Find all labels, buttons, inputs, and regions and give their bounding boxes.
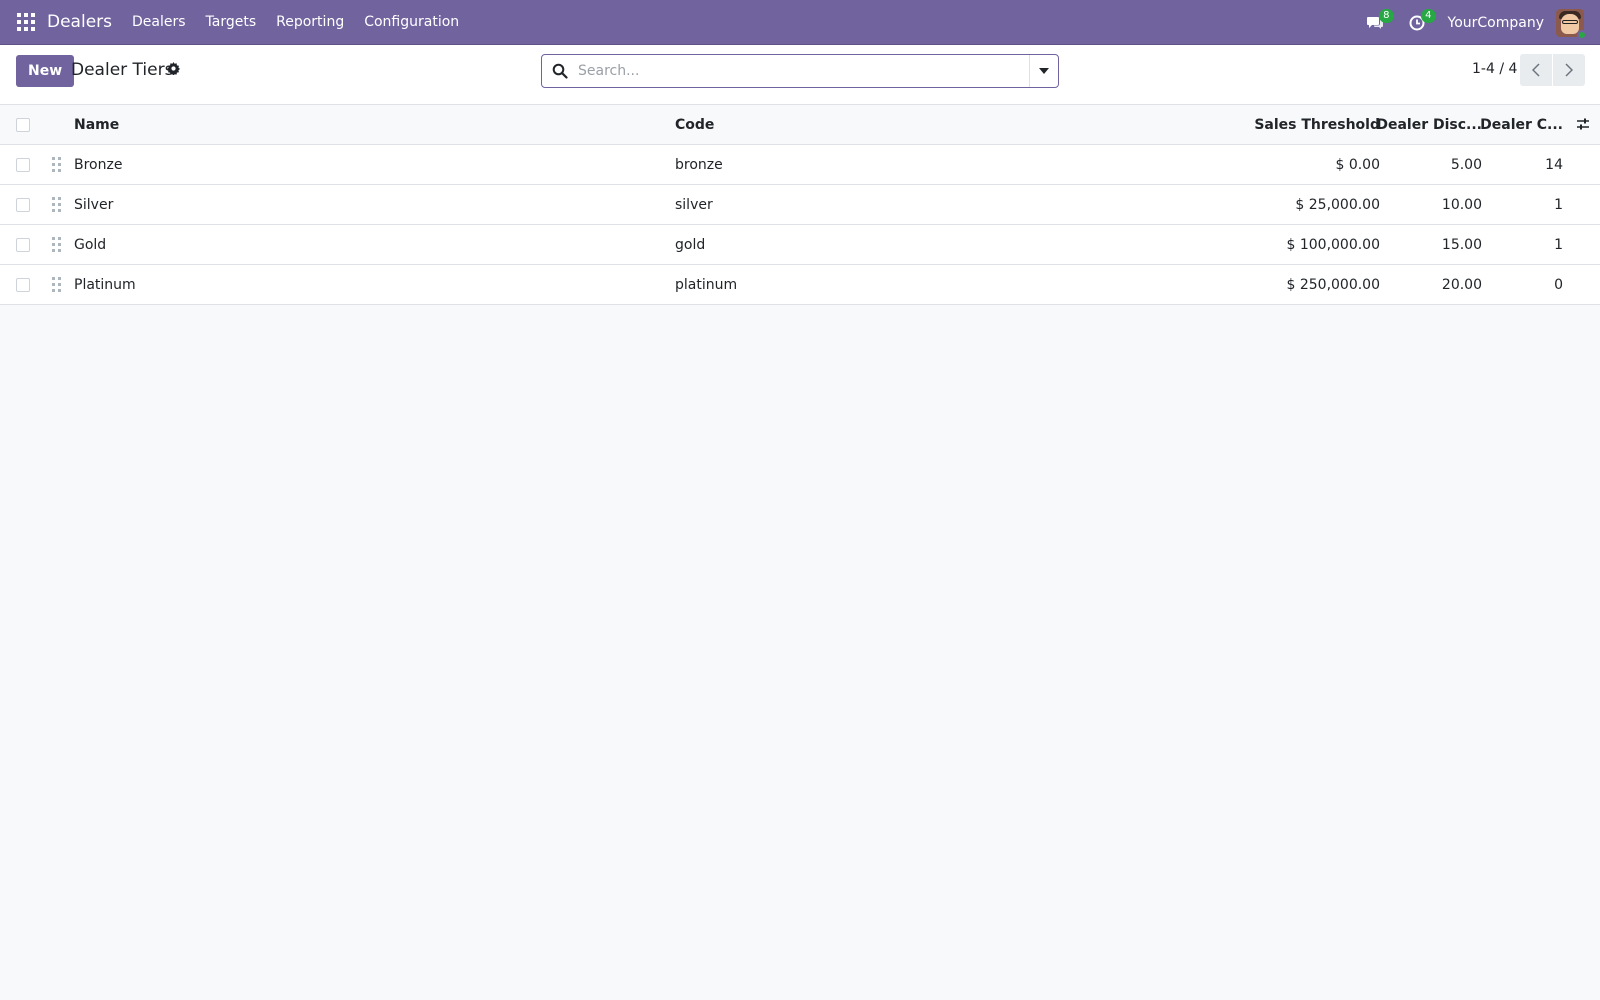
navbar-systray: 8 4 YourCompany [1362, 0, 1600, 45]
chevron-left-icon [1532, 63, 1540, 77]
main-menu: Dealers Targets Reporting Configuration [122, 0, 469, 45]
cell-sales-threshold[interactable]: $ 0.00 [1335, 145, 1380, 185]
cell-dealer-discount[interactable]: 15.00 [1442, 225, 1482, 265]
drag-handle-icon[interactable] [52, 237, 62, 252]
cell-sales-threshold[interactable]: $ 25,000.00 [1295, 185, 1380, 225]
table-header: Name Code Sales Threshold Dealer Disc...… [0, 105, 1600, 145]
activities-count-badge: 4 [1421, 8, 1436, 23]
user-avatar[interactable] [1556, 8, 1587, 40]
menu-item-configuration[interactable]: Configuration [354, 0, 469, 45]
column-options-icon[interactable] [1576, 117, 1590, 131]
cell-dealer-discount[interactable]: 10.00 [1442, 185, 1482, 225]
app-menu-icon[interactable] [17, 13, 35, 31]
select-all-checkbox[interactable] [16, 118, 30, 132]
column-header-dealer-discount[interactable]: Dealer Disc... [1376, 105, 1482, 145]
new-button[interactable]: New [16, 55, 75, 87]
drag-handle-icon[interactable] [52, 157, 62, 172]
cell-name[interactable]: Platinum [74, 265, 136, 305]
cell-dealer-count[interactable]: 0 [1554, 265, 1563, 305]
cell-sales-threshold[interactable]: $ 100,000.00 [1286, 225, 1380, 265]
column-header-dealer-count[interactable]: Dealer C... [1480, 105, 1563, 145]
messages-button[interactable]: 8 [1362, 8, 1394, 36]
chevron-right-icon [1565, 63, 1573, 77]
cell-name[interactable]: Silver [74, 185, 113, 225]
cell-code[interactable]: platinum [675, 265, 737, 305]
company-switcher[interactable]: YourCompany [1448, 15, 1545, 31]
gear-icon[interactable] [167, 62, 180, 75]
table-row[interactable]: Silver silver $ 25,000.00 10.00 1 [0, 185, 1600, 225]
cell-code[interactable]: silver [675, 185, 713, 225]
online-status-indicator [1577, 29, 1587, 40]
menu-item-targets[interactable]: Targets [196, 0, 267, 45]
drag-handle-icon[interactable] [52, 277, 62, 292]
search-input[interactable] [578, 61, 1008, 81]
pager-next-button[interactable] [1553, 54, 1585, 86]
row-checkbox[interactable] [16, 198, 30, 212]
menu-item-dealers[interactable]: Dealers [122, 0, 196, 45]
dealer-tiers-table: Name Code Sales Threshold Dealer Disc...… [0, 105, 1600, 305]
column-header-name[interactable]: Name [74, 105, 119, 145]
cell-code[interactable]: bronze [675, 145, 723, 185]
drag-handle-icon[interactable] [52, 197, 62, 212]
row-checkbox[interactable] [16, 158, 30, 172]
cell-dealer-count[interactable]: 1 [1554, 185, 1563, 225]
activities-button[interactable]: 4 [1404, 8, 1436, 36]
control-panel: New Dealer Tiers 1-4 / 4 [0, 45, 1600, 105]
pager-value[interactable]: 1-4 / 4 [1472, 61, 1517, 77]
app-brand[interactable]: Dealers [47, 12, 112, 32]
column-header-code[interactable]: Code [675, 105, 714, 145]
row-checkbox[interactable] [16, 278, 30, 292]
table-row[interactable]: Bronze bronze $ 0.00 5.00 14 [0, 145, 1600, 185]
search-options-toggle[interactable] [1029, 55, 1058, 87]
cell-dealer-discount[interactable]: 5.00 [1451, 145, 1482, 185]
search-icon [552, 63, 568, 79]
cell-name[interactable]: Bronze [74, 145, 122, 185]
cell-sales-threshold[interactable]: $ 250,000.00 [1286, 265, 1380, 305]
cell-dealer-count[interactable]: 14 [1545, 145, 1563, 185]
cell-code[interactable]: gold [675, 225, 705, 265]
top-navbar: Dealers Dealers Targets Reporting Config… [0, 0, 1600, 45]
column-header-sales-threshold[interactable]: Sales Threshold [1254, 105, 1380, 145]
messages-count-badge: 8 [1379, 8, 1394, 23]
cell-dealer-count[interactable]: 1 [1554, 225, 1563, 265]
menu-item-reporting[interactable]: Reporting [266, 0, 354, 45]
caret-down-icon [1039, 68, 1049, 74]
table-row[interactable]: Platinum platinum $ 250,000.00 20.00 0 [0, 265, 1600, 305]
row-checkbox[interactable] [16, 238, 30, 252]
page-title[interactable]: Dealer Tiers [71, 60, 173, 80]
cell-name[interactable]: Gold [74, 225, 106, 265]
table-row[interactable]: Gold gold $ 100,000.00 15.00 1 [0, 225, 1600, 265]
cell-dealer-discount[interactable]: 20.00 [1442, 265, 1482, 305]
pager-previous-button[interactable] [1520, 54, 1552, 86]
search-bar [541, 54, 1059, 88]
